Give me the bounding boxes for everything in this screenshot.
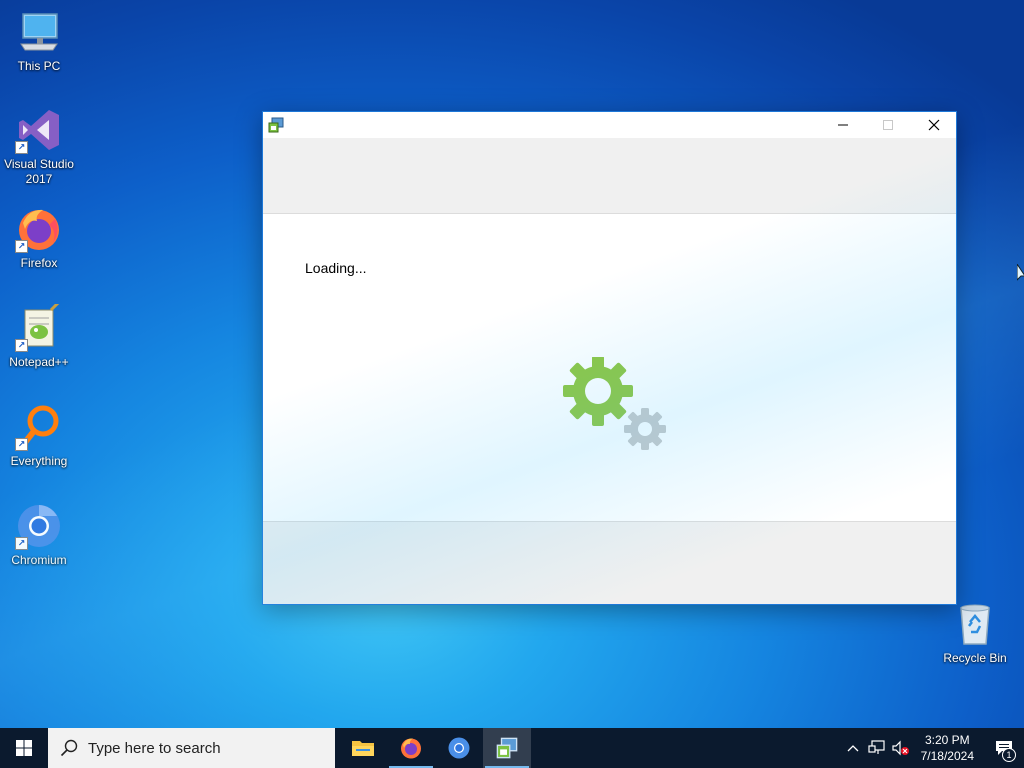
taskbar-search-box[interactable]: Type here to search: [48, 728, 335, 768]
shortcut-arrow-icon: ↗: [15, 537, 28, 550]
chromium-icon: ↗: [15, 502, 63, 550]
visual-studio-icon: ↗: [15, 106, 63, 154]
desktop-icon-label: This PC: [17, 59, 61, 73]
desktop-icon-label: Firefox: [20, 256, 58, 270]
search-icon: [60, 739, 78, 757]
volume-muted-icon: [892, 740, 909, 756]
computer-icon: [15, 8, 63, 56]
mouse-cursor-icon: [1016, 262, 1024, 282]
loading-label: Loading...: [305, 260, 367, 276]
firefox-icon: ↗: [15, 205, 63, 253]
close-button[interactable]: [911, 112, 957, 138]
desktop-icon-visual-studio[interactable]: ↗ Visual Studio 2017: [0, 106, 78, 187]
taskbar-installer[interactable]: [483, 728, 531, 768]
desktop-icon-label: Notepad++: [9, 355, 69, 369]
shortcut-arrow-icon: ↗: [15, 240, 28, 253]
chevron-up-icon: [847, 745, 859, 752]
notepadpp-icon: ↗: [15, 300, 63, 352]
taskbar-clock[interactable]: 3:20 PM 7/18/2024: [913, 732, 984, 764]
close-icon: [928, 119, 940, 131]
folder-icon: [352, 741, 374, 756]
window-footer-band: [263, 521, 956, 604]
tray-volume-button[interactable]: [889, 728, 913, 768]
window-header-band: [263, 138, 956, 214]
everything-search-icon: ↗: [15, 403, 63, 451]
taskbar-chromium[interactable]: [435, 728, 483, 768]
start-button[interactable]: [0, 728, 48, 768]
taskbar: Type here to search 3:20 PM 7/18/2024 1: [0, 728, 1024, 768]
shortcut-arrow-icon: ↗: [15, 438, 28, 451]
firefox-icon: [401, 738, 421, 759]
shortcut-arrow-icon: ↗: [15, 339, 28, 352]
desktop-icon-notepadpp[interactable]: ↗ Notepad++: [0, 300, 78, 370]
installer-window[interactable]: Loading...: [262, 111, 957, 605]
desktop-icon-firefox[interactable]: ↗ Firefox: [0, 205, 78, 271]
loading-gears-icon: [561, 356, 671, 452]
installer-app-icon: [268, 117, 284, 133]
chromium-icon: [448, 737, 470, 759]
desktop-icon-label: Everything: [10, 454, 68, 468]
window-titlebar[interactable]: [263, 112, 956, 138]
taskbar-file-explorer[interactable]: [339, 728, 387, 768]
tray-network-button[interactable]: [865, 728, 889, 768]
notification-count-badge: 1: [1002, 748, 1016, 762]
windows-logo-icon: [16, 740, 32, 756]
window-content: Loading...: [263, 214, 956, 521]
maximize-icon: [883, 120, 893, 130]
shortcut-arrow-icon: ↗: [15, 141, 28, 154]
desktop-icon-label: Recycle Bin: [943, 651, 1007, 665]
desktop-icon-everything[interactable]: ↗ Everything: [0, 403, 78, 469]
minimize-icon: [838, 124, 848, 126]
recycle-bin-icon: [951, 600, 999, 648]
action-center-button[interactable]: 1: [984, 728, 1024, 768]
desktop-icon-label: Chromium: [11, 553, 67, 567]
system-tray: 3:20 PM 7/18/2024 1: [841, 728, 1024, 768]
desktop-icon-chromium[interactable]: ↗ Chromium: [0, 502, 78, 568]
minimize-button[interactable]: [820, 112, 866, 138]
installer-app-icon: [496, 737, 518, 759]
network-icon: [868, 740, 885, 754]
tray-overflow-button[interactable]: [841, 728, 865, 768]
desktop-icon-recycle-bin[interactable]: Recycle Bin: [936, 600, 1014, 666]
taskbar-firefox[interactable]: [387, 728, 435, 768]
maximize-button[interactable]: [865, 112, 911, 138]
search-placeholder: Type here to search: [88, 739, 221, 757]
desktop-icon-this-pc[interactable]: This PC: [0, 8, 78, 74]
clock-time: 3:20 PM: [924, 733, 970, 747]
clock-date: 7/18/2024: [920, 749, 974, 763]
desktop-icon-label: Visual Studio 2017: [4, 157, 74, 186]
